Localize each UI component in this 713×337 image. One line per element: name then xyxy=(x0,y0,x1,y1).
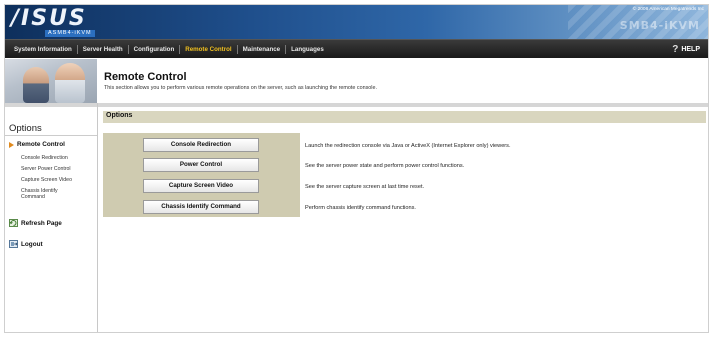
header-banner: /ISUS ASMB4-iKVM SMB4-iKVM © 2006 Americ… xyxy=(5,5,708,39)
copyright-text: © 2006 American Megatrends Inc xyxy=(632,7,704,12)
main-content: Options Console Redirection Power Contro… xyxy=(98,103,708,332)
refresh-page-link[interactable]: Refresh Page xyxy=(9,219,62,227)
sidebar: Options Remote Control Console Redirecti… xyxy=(5,103,98,332)
logo-text: /ISUS xyxy=(11,6,87,31)
logout-link[interactable]: Logout xyxy=(9,240,43,248)
top-nav-bar: System Information Server Health Configu… xyxy=(5,39,708,58)
logout-icon xyxy=(9,240,18,248)
content-cap xyxy=(98,103,708,107)
page-title: Remote Control xyxy=(104,71,187,83)
refresh-icon xyxy=(9,219,18,227)
nav-configuration[interactable]: Configuration xyxy=(129,40,180,59)
options-section-bar: Options xyxy=(103,111,706,123)
logo-subtitle: ASMB4-iKVM xyxy=(45,30,95,37)
power-control-description: See the server power state and perform p… xyxy=(305,163,465,169)
sidebar-cap xyxy=(5,103,97,107)
browser-frame: /ISUS ASMB4-iKVM SMB4-iKVM © 2006 Americ… xyxy=(4,4,709,333)
sidebar-heading: Options xyxy=(9,123,42,134)
nav-remote-control[interactable]: Remote Control xyxy=(180,40,236,59)
nav-languages[interactable]: Languages xyxy=(286,40,329,59)
options-section-title: Options xyxy=(106,112,133,119)
chassis-identify-command-description: Perform chassis identify command functio… xyxy=(305,205,416,211)
nav-system-information[interactable]: System Information xyxy=(9,40,77,59)
sidebar-item-remote-control[interactable]: Remote Control xyxy=(9,141,65,148)
help-link[interactable]: ? HELP xyxy=(672,40,700,59)
capture-screen-video-description: See the server capture screen at last ti… xyxy=(305,184,425,190)
logout-label: Logout xyxy=(21,240,43,248)
nav-server-health[interactable]: Server Health xyxy=(78,40,128,59)
sidebar-subitem-chassis-identify-command[interactable]: Chassis Identify Command xyxy=(21,188,77,201)
refresh-label: Refresh Page xyxy=(21,219,62,227)
person-figure xyxy=(55,63,85,103)
help-label: HELP xyxy=(681,46,700,53)
sidebar-divider xyxy=(5,135,97,136)
power-control-button[interactable]: Power Control xyxy=(143,158,259,172)
brand-watermark: SMB4-iKVM xyxy=(619,19,700,32)
header-photo xyxy=(5,59,97,103)
person-figure xyxy=(23,67,49,103)
title-band: Remote Control This section allows you t… xyxy=(5,59,708,103)
nav-maintenance[interactable]: Maintenance xyxy=(238,40,285,59)
console-redirection-button[interactable]: Console Redirection xyxy=(143,138,259,152)
nav-menu: System Information Server Health Configu… xyxy=(9,40,329,59)
button-panel: Console Redirection Power Control Captur… xyxy=(103,133,300,217)
sidebar-item-label: Remote Control xyxy=(17,141,65,148)
asus-logo: /ISUS ASMB4-iKVM xyxy=(11,7,105,37)
sidebar-subitem-capture-screen-video[interactable]: Capture Screen Video xyxy=(21,177,72,183)
page-description: This section allows you to perform vario… xyxy=(104,85,377,91)
chassis-identify-command-button[interactable]: Chassis Identify Command xyxy=(143,200,259,214)
capture-screen-video-button[interactable]: Capture Screen Video xyxy=(143,179,259,193)
help-icon: ? xyxy=(672,44,679,55)
arrow-right-icon xyxy=(9,141,14,148)
console-redirection-description: Launch the redirection console via Java … xyxy=(305,143,511,149)
sidebar-subitem-server-power-control[interactable]: Server Power Control xyxy=(21,166,71,172)
sidebar-subitem-console-redirection[interactable]: Console Redirection xyxy=(21,155,68,161)
